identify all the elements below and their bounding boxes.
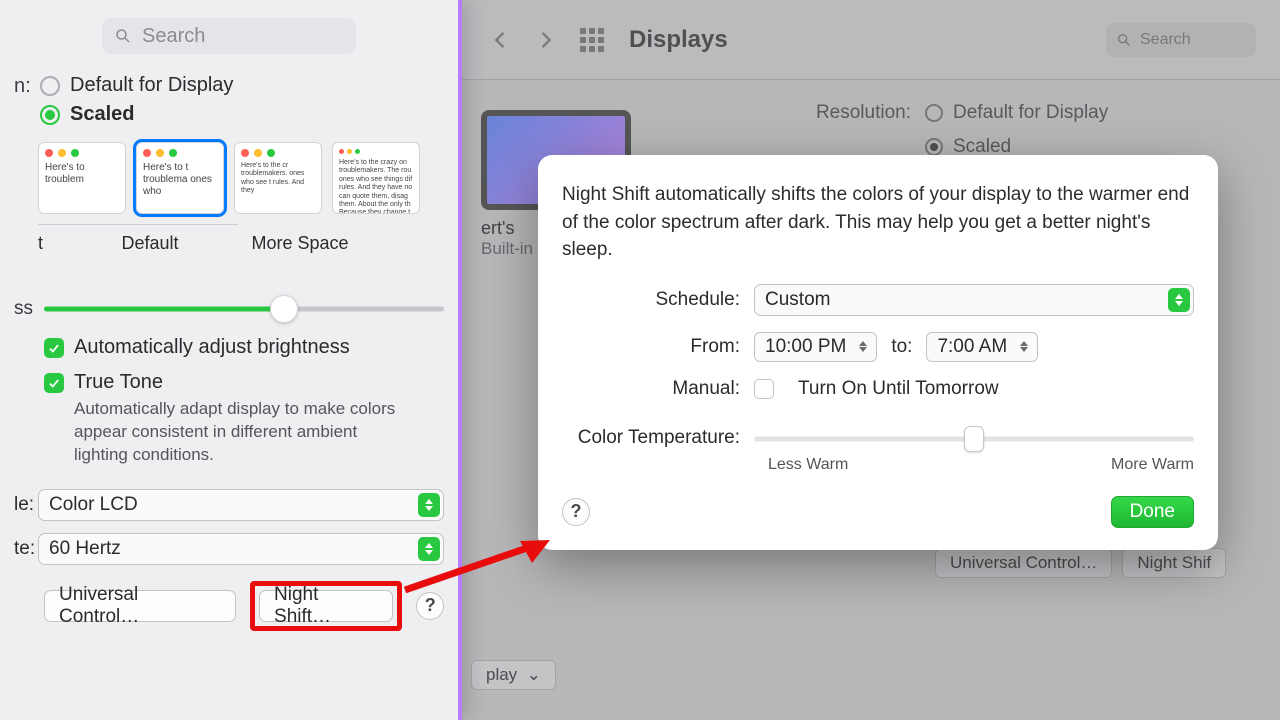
stepper-arrows-icon	[854, 336, 872, 358]
radio-default[interactable]	[40, 76, 60, 96]
res-thumb-1[interactable]: Here's to troublem	[38, 142, 126, 214]
night-shift-popover: Night Shift automatically shifts the col…	[538, 155, 1218, 550]
color-temp-label: Color Temperature:	[562, 427, 754, 449]
refresh-label-cut: te:	[14, 538, 38, 560]
manual-text: Turn On Until Tomorrow	[798, 378, 999, 400]
search-icon	[114, 27, 132, 45]
thumb3-text: Here's to the cr troublemakers. ones who…	[241, 162, 315, 196]
stepper-arrows-icon	[1015, 336, 1033, 358]
done-button[interactable]: Done	[1111, 496, 1194, 528]
true-tone-desc: Automatically adapt display to make colo…	[74, 398, 404, 467]
schedule-label: Schedule:	[562, 289, 754, 311]
true-tone-checkbox[interactable]	[44, 373, 64, 393]
thumbs-sep	[38, 224, 238, 225]
brightness-slider[interactable]	[44, 294, 444, 324]
slider-handle-icon	[964, 426, 984, 452]
slider-handle-icon	[270, 295, 298, 323]
help-button[interactable]: ?	[416, 592, 444, 620]
cap-more: More Space	[250, 233, 350, 254]
night-shift-desc: Night Shift automatically shifts the col…	[562, 181, 1194, 264]
schedule-value: Custom	[765, 289, 830, 311]
color-temp-slider[interactable]	[754, 424, 1194, 454]
manual-label: Manual:	[562, 378, 754, 400]
radio-scaled[interactable]	[40, 105, 60, 125]
color-profile-value: Color LCD	[49, 494, 138, 516]
less-warm-label: Less Warm	[768, 456, 848, 474]
opt-scaled: Scaled	[70, 103, 134, 126]
from-value: 10:00 PM	[765, 336, 846, 358]
schedule-dropdown[interactable]: Custom	[754, 284, 1194, 316]
brightness-label-cut: ss:	[14, 298, 34, 320]
from-time-stepper[interactable]: 10:00 PM	[754, 332, 877, 362]
to-label: to:	[891, 336, 912, 358]
resolution-label-cut: n:	[14, 74, 34, 98]
opt-default: Default for Display	[70, 74, 233, 97]
highlight-box: Night Shift…	[250, 581, 402, 631]
updown-icon	[418, 537, 440, 561]
popover-help-button[interactable]: ?	[562, 498, 590, 526]
night-shift-button[interactable]: Night Shift…	[259, 590, 393, 622]
check-icon	[47, 341, 61, 355]
thumb1-text: Here's to troublem	[45, 162, 119, 186]
resolution-thumbs: Here's to troublem Here's to t troublema…	[38, 142, 444, 214]
auto-brightness-label: Automatically adjust brightness	[74, 336, 350, 359]
color-profile-dropdown[interactable]: Color LCD	[38, 489, 444, 521]
cap-larger: t	[38, 233, 50, 254]
from-label: From:	[562, 336, 754, 358]
color-profile-label-cut: le:	[14, 494, 38, 516]
updown-icon	[418, 493, 440, 517]
fg-panel: Search n: Default for Display Scaled Her…	[0, 0, 462, 720]
thumb4-text: Here's to the crazy on troublemakers. Th…	[339, 159, 413, 214]
res-thumb-3[interactable]: Here's to the cr troublemakers. ones who…	[234, 142, 322, 214]
res-thumb-2[interactable]: Here's to t troublema ones who	[136, 142, 224, 214]
auto-brightness-checkbox[interactable]	[44, 338, 64, 358]
to-value: 7:00 AM	[937, 336, 1007, 358]
to-time-stepper[interactable]: 7:00 AM	[926, 332, 1038, 362]
thumb2-text: Here's to t troublema ones who	[143, 162, 217, 198]
manual-checkbox[interactable]	[754, 379, 774, 399]
refresh-value: 60 Hertz	[49, 538, 121, 560]
cap-default: Default	[50, 233, 250, 254]
true-tone-label: True Tone	[74, 371, 163, 394]
universal-control-button[interactable]: Universal Control…	[44, 590, 236, 622]
updown-icon	[1168, 288, 1190, 312]
check-icon	[47, 376, 61, 390]
search-placeholder: Search	[142, 25, 205, 48]
fg-search[interactable]: Search	[102, 18, 356, 54]
refresh-rate-dropdown[interactable]: 60 Hertz	[38, 533, 444, 565]
res-thumb-4[interactable]: Here's to the crazy on troublemakers. Th…	[332, 142, 420, 214]
more-warm-label: More Warm	[1111, 456, 1194, 474]
